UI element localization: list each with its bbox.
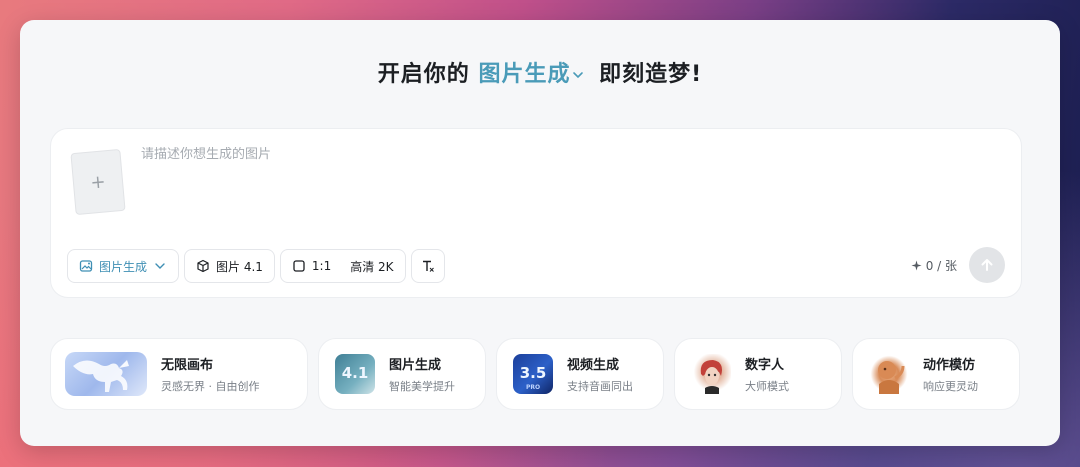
feature-title: 数字人 — [745, 358, 785, 373]
feature-motion-mimic[interactable]: 动作模仿 响应更灵动 — [852, 338, 1020, 410]
chevron-down-icon — [155, 263, 165, 269]
image-gen-badge: 4.1 — [341, 364, 369, 382]
feature-text: 无限画布 灵感无界 · 自由创作 — [161, 354, 260, 394]
character-icon — [878, 361, 905, 394]
prompt-composer: + 图片生成 图片 4.1 — [50, 128, 1022, 298]
quality-label: 高清 2K — [350, 259, 394, 274]
feature-title: 视频生成 — [567, 358, 620, 373]
reference-image-upload[interactable]: + — [70, 148, 126, 216]
avatar-face-icon — [700, 360, 722, 394]
square-ratio-icon — [293, 260, 305, 272]
video-gen-thumbnail: 3.5 PRO — [513, 354, 553, 394]
title-suffix: 即刻造梦! — [599, 62, 703, 87]
feature-subtitle: 响应更灵动 — [923, 380, 978, 393]
image-gen-thumbnail: 4.1 — [335, 354, 375, 394]
feature-subtitle: 灵感无界 · 自由创作 — [161, 380, 260, 393]
pegasus-icon — [73, 360, 129, 392]
feature-digital-human[interactable]: 数字人 大师模式 — [674, 338, 842, 410]
feature-subtitle: 大师模式 — [745, 380, 789, 393]
mode-select-button[interactable]: 图片生成 — [67, 249, 180, 283]
chevron-down-icon — [573, 72, 584, 79]
feature-text: 图片生成 智能美学提升 — [389, 354, 455, 394]
feature-shortcuts: 无限画布 灵感无界 · 自由创作 4.1 图片生成 智能美学提升 3.5 PRO… — [50, 338, 1020, 410]
image-sparkle-icon — [79, 260, 93, 272]
mode-dropdown-label: 图片生成 — [478, 62, 571, 87]
mode-dropdown[interactable]: 图片生成 — [478, 62, 590, 87]
feature-video-generation[interactable]: 3.5 PRO 视频生成 支持音画同出 — [496, 338, 664, 410]
model-select-label: 图片 4.1 — [216, 259, 263, 274]
feature-title: 无限画布 — [161, 358, 214, 373]
credits-text: 0 / 张 — [925, 258, 957, 273]
pegasus-thumbnail — [65, 352, 147, 396]
feature-text: 动作模仿 响应更灵动 — [923, 354, 978, 394]
feature-subtitle: 支持音画同出 — [567, 380, 633, 393]
arrow-up-icon — [981, 259, 993, 271]
feature-text: 视频生成 支持音画同出 — [567, 354, 633, 394]
text-format-icon — [422, 260, 434, 272]
sparkle-icon — [911, 259, 922, 271]
composer-actions: 0 / 张 — [911, 247, 1005, 283]
model-select-button[interactable]: 图片 4.1 — [184, 249, 275, 283]
text-style-button[interactable] — [410, 249, 445, 283]
plus-icon: + — [89, 170, 107, 194]
feature-image-generation[interactable]: 4.1 图片生成 智能美学提升 — [318, 338, 486, 410]
cube-icon — [197, 259, 209, 273]
video-gen-pro-badge: PRO — [525, 384, 541, 391]
feature-text: 数字人 大师模式 — [745, 354, 789, 394]
feature-title: 图片生成 — [389, 358, 442, 373]
feature-subtitle: 智能美学提升 — [389, 380, 455, 393]
mode-select-label: 图片生成 — [99, 259, 148, 274]
credits-counter: 0 / 张 — [911, 257, 957, 274]
prompt-input[interactable] — [141, 147, 981, 162]
title-prefix: 开启你的 — [377, 62, 470, 87]
send-button[interactable] — [969, 247, 1005, 283]
ratio-label: 1:1 — [311, 259, 332, 273]
page-title: 开启你的 图片生成 即刻造梦! — [20, 56, 1060, 88]
main-card: 开启你的 图片生成 即刻造梦! + 图片生成 图片 — [20, 20, 1060, 446]
ratio-quality-button[interactable]: 1:1 高清 2K — [279, 249, 406, 283]
digital-human-thumbnail — [691, 354, 731, 394]
composer-toolbar: 图片生成 图片 4.1 1:1 高清 2K — [67, 249, 445, 283]
motion-mimic-thumbnail — [869, 354, 909, 394]
chip-separator — [340, 259, 341, 273]
feature-infinite-canvas[interactable]: 无限画布 灵感无界 · 自由创作 — [50, 338, 308, 410]
video-gen-badge: 3.5 — [519, 364, 547, 382]
feature-title: 动作模仿 — [923, 358, 976, 373]
